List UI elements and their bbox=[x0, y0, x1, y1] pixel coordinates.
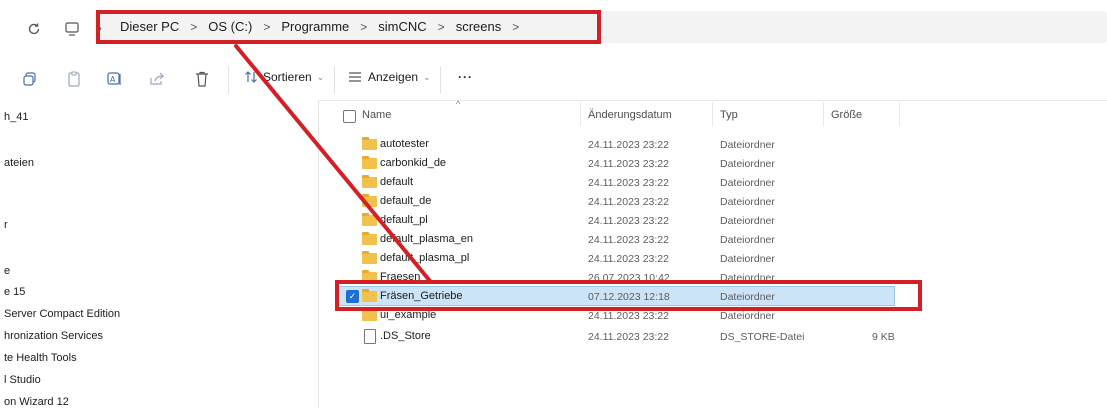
annotation-arrow bbox=[234, 44, 432, 283]
